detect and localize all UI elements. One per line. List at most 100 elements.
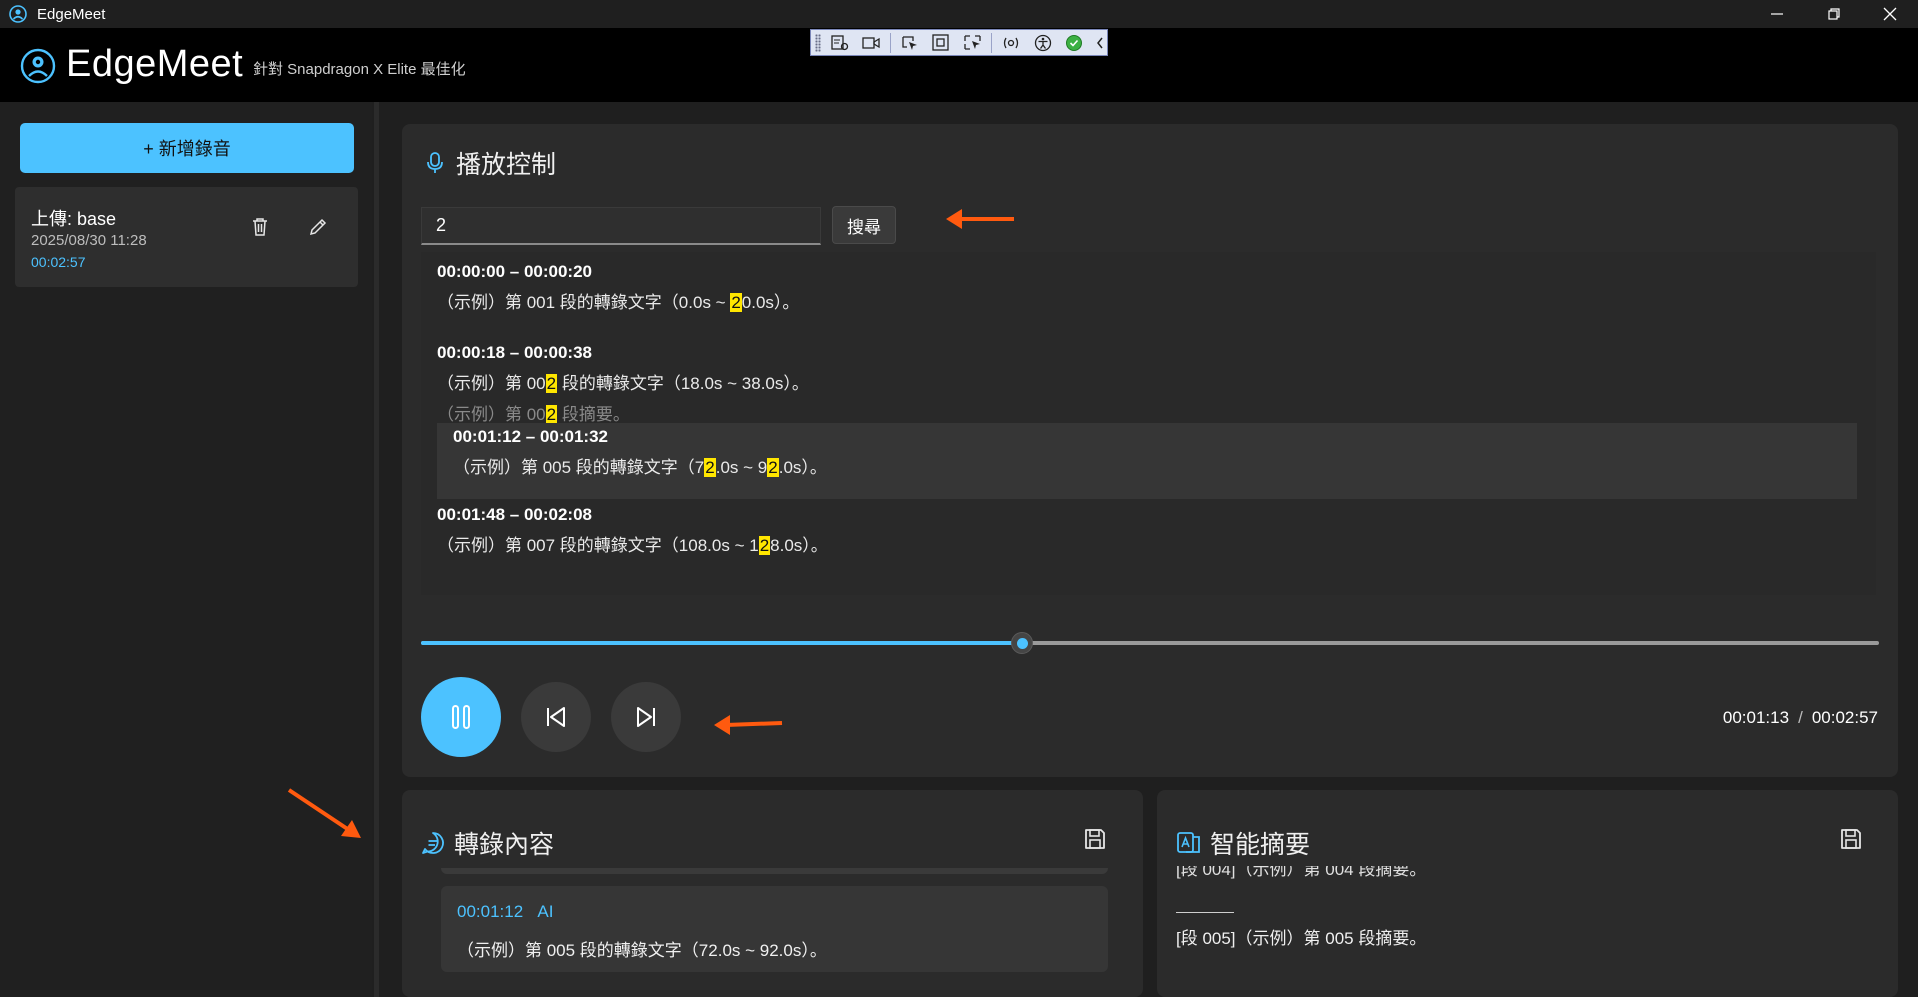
transcript-item[interactable]: 00:01:12 AI （示例）第 005 段的轉錄文字（72.0s ~ 92.… <box>441 886 1108 972</box>
playback-panel-header: 播放控制 <box>422 145 556 181</box>
grip-icon[interactable] <box>815 33 821 52</box>
track-focus-icon <box>964 34 981 50</box>
summary-panel-header: 智能摘要 <box>1176 825 1310 861</box>
live-visual-tree-button[interactable] <box>827 32 853 54</box>
restore-icon <box>1828 8 1840 20</box>
pane-splitter[interactable] <box>374 102 379 997</box>
result-text-part: （示例）第 00 <box>437 405 546 424</box>
recording-list-item[interactable]: 上傳: base 2025/08/30 11:28 00:02:57 <box>15 187 358 287</box>
result-text-part: .0s）。 <box>778 458 827 477</box>
new-recording-button[interactable]: + 新增錄音 <box>20 123 354 173</box>
close-button[interactable] <box>1862 0 1918 28</box>
search-result-item-active[interactable]: 00:01:12 – 00:01:32 （示例）第 005 段的轉錄文字（72.… <box>437 423 1857 499</box>
translate-summary-icon <box>1177 832 1200 853</box>
save-transcript-button[interactable] <box>1080 824 1110 854</box>
result-time-range: 00:01:48 – 00:02:08 <box>437 505 593 524</box>
select-element-button[interactable] <box>897 32 923 54</box>
next-segment-button[interactable] <box>611 682 681 752</box>
binding-failures-icon <box>1004 37 1019 48</box>
search-highlight: 2 <box>704 458 716 477</box>
trash-icon <box>253 218 267 236</box>
search-results-list: 00:00:00 – 00:00:20 （示例）第 001 段的轉錄文字（0.0… <box>421 252 1876 595</box>
window-title: EdgeMeet <box>37 6 106 23</box>
skip-forward-icon <box>637 707 655 727</box>
annotation-arrow-icon <box>287 788 361 838</box>
total-time: 00:02:57 <box>1811 708 1878 727</box>
microphone-icon <box>427 152 443 173</box>
annotation-arrow-icon <box>946 209 1014 229</box>
result-transcript-text: （示例）第 007 段的轉錄文字（108.0s ~ 128.0s）。 <box>437 531 1857 556</box>
minimize-button[interactable] <box>1749 0 1805 28</box>
result-transcript-text: （示例）第 002 段的轉錄文字（18.0s ~ 38.0s）。 <box>437 369 1857 394</box>
transcript-item-meta: 00:01:12 AI <box>457 902 553 922</box>
transcript-item-partial <box>441 868 1108 874</box>
summary-line-partial: [段 004]（示例）第 004 段摘要。 <box>1176 866 1427 879</box>
summary-title: 智能摘要 <box>1210 831 1311 859</box>
select-element-icon <box>902 35 917 50</box>
record-button[interactable] <box>858 32 884 54</box>
search-highlight: 2 <box>758 536 771 555</box>
search-result-item[interactable]: 00:00:18 – 00:00:38 （示例）第 002 段的轉錄文字（18.… <box>437 343 1857 425</box>
slider-fill <box>421 641 1023 645</box>
accessibility-button[interactable] <box>1030 32 1056 54</box>
slider-thumb[interactable] <box>1011 632 1034 654</box>
binding-failures-button[interactable] <box>998 32 1024 54</box>
app-logo-icon <box>9 5 27 23</box>
result-text-part: （示例）第 001 段的轉錄文字（0.0s ~ <box>437 293 731 312</box>
result-transcript-text: （示例）第 005 段的轉錄文字（72.0s ~ 92.0s）。 <box>453 453 1857 478</box>
summary-divider <box>1176 912 1234 913</box>
minimize-icon <box>1771 13 1783 15</box>
restore-button[interactable] <box>1806 0 1862 28</box>
playback-title: 播放控制 <box>456 151 557 179</box>
search-result-item[interactable]: 00:01:48 – 00:02:08 （示例）第 007 段的轉錄文字（108… <box>437 505 1857 556</box>
search-highlight: 2 <box>545 405 558 424</box>
toolbar-separator <box>889 32 891 53</box>
transcript-item-text: （示例）第 005 段的轉錄文字（72.0s ~ 92.0s）。 <box>457 941 827 960</box>
result-text-part: （示例）第 00 <box>437 374 546 393</box>
result-text-part: 8.0s）。 <box>770 536 828 555</box>
transcript-item-time: 00:01:12 <box>457 902 524 921</box>
edit-recording-button[interactable] <box>304 213 332 241</box>
xaml-debug-toolbar <box>810 29 1108 56</box>
collapse-toolbar-button[interactable] <box>1093 32 1107 54</box>
playback-progress-slider[interactable] <box>421 632 1879 654</box>
save-icon <box>1841 829 1861 849</box>
result-text-part: 段摘要。 <box>557 405 630 424</box>
success-check-button[interactable] <box>1061 32 1087 54</box>
pause-button[interactable] <box>421 677 501 757</box>
display-layout-adorners-icon <box>932 33 949 51</box>
save-summary-button[interactable] <box>1836 824 1866 854</box>
chat-bubble-icon <box>422 832 444 854</box>
success-check-icon <box>1066 34 1083 51</box>
toolbar-separator <box>991 32 993 53</box>
search-highlight: 2 <box>545 374 558 393</box>
brand-subtitle: 針對 Snapdragon X Elite 最佳化 <box>253 61 466 78</box>
delete-recording-button[interactable] <box>246 213 274 241</box>
accessibility-icon <box>1034 34 1051 51</box>
search-highlight: 2 <box>730 293 742 312</box>
result-text-part: 段的轉錄文字（18.0s ~ 38.0s）。 <box>557 374 809 393</box>
result-transcript-text: （示例）第 001 段的轉錄文字（0.0s ~ 20.0s）。 <box>437 288 1857 313</box>
playback-time: 00:01:13 / 00:02:57 <box>1723 708 1878 728</box>
previous-segment-button[interactable] <box>521 682 591 752</box>
result-time-range: 00:00:00 – 00:00:20 <box>437 262 593 281</box>
transcript-item-speaker: AI <box>537 902 554 921</box>
track-focus-button[interactable] <box>960 32 986 54</box>
search-result-item[interactable]: 00:00:00 – 00:00:20 （示例）第 001 段的轉錄文字（0.0… <box>437 262 1857 313</box>
record-icon <box>862 36 880 49</box>
skip-back-icon <box>547 707 565 727</box>
current-time: 00:01:13 <box>1722 708 1790 727</box>
result-text-part: 0.0s）。 <box>741 293 800 312</box>
annotation-arrow-icon <box>714 715 783 735</box>
recording-duration: 00:02:57 <box>31 254 86 270</box>
collapse-chevron-icon <box>1097 37 1103 48</box>
result-text-part: （示例）第 005 段的轉錄文字（7 <box>453 458 705 477</box>
result-text-part: （示例）第 007 段的轉錄文字（108.0s ~ 1 <box>437 536 759 555</box>
live-visual-tree-icon <box>830 34 848 50</box>
close-icon <box>1883 7 1897 21</box>
search-input[interactable] <box>421 207 821 245</box>
search-button[interactable]: 搜尋 <box>832 206 896 244</box>
display-layout-adorners-button[interactable] <box>928 32 954 54</box>
save-icon <box>1085 829 1105 849</box>
window-title-bar: EdgeMeet <box>0 0 1918 28</box>
